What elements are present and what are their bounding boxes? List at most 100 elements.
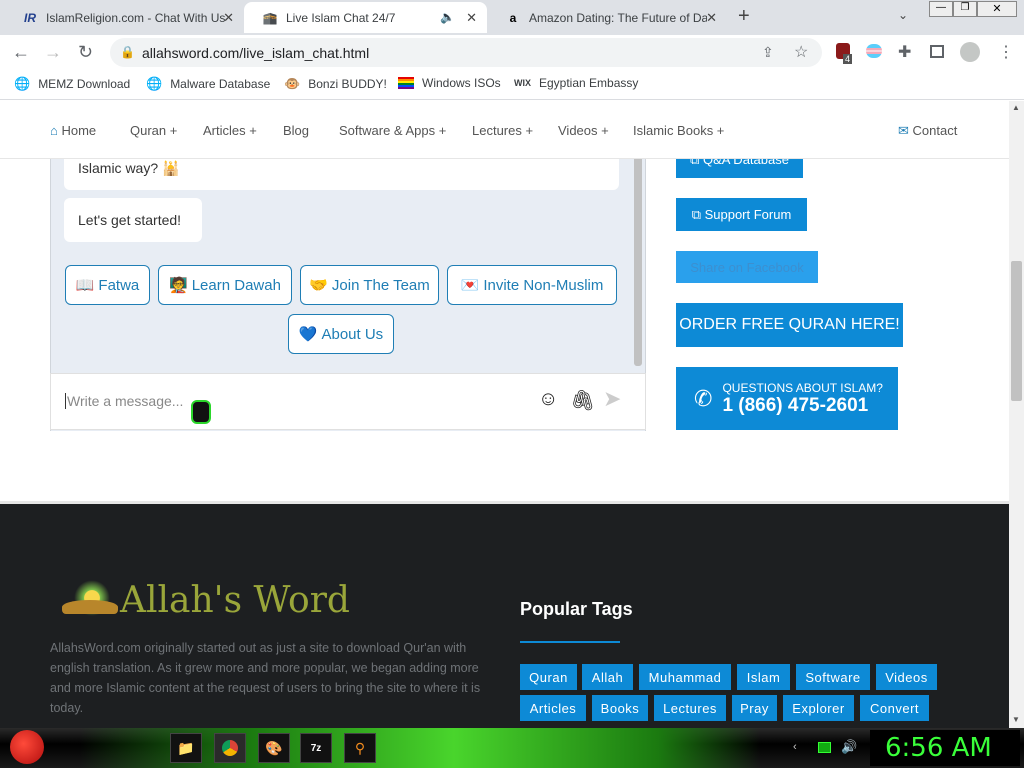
tag-muhammad[interactable]: Muhammad [639,664,731,690]
tag-pray[interactable]: Pray [732,695,777,721]
nav-videos[interactable]: Videos + [558,123,609,138]
nav-software-apps[interactable]: Software & Apps + [339,123,446,138]
learn-dawah-button[interactable]: 🧑‍🏫 Learn Dawah [158,265,292,305]
tab-islamreligion[interactable]: IR IslamReligion.com - Chat With Us ✕ [4,2,244,33]
bookmark-memz[interactable]: 🌐 MEMZ Download [14,76,130,92]
nav-home[interactable]: ⌂ Home [50,123,96,138]
button-label: Learn Dawah [191,276,281,294]
webpage: ⌂ Home Quran + Articles + Blog Software … [0,101,1009,728]
heart-icon: 💙 [298,326,318,343]
tab-search-chevron-icon[interactable]: ⌄ [898,8,908,22]
chat-scrollbar[interactable] [634,141,642,366]
close-tab-icon[interactable]: ✕ [466,10,477,26]
join-team-button[interactable]: 🤝 Join The Team [300,265,439,305]
nav-label: Contact [912,123,958,138]
share-icon[interactable]: ⇪ [762,44,774,61]
extension-badge: 4 [843,54,853,64]
bookmark-egyptian-embassy[interactable]: WIX Egyptian Embassy [514,76,638,90]
emoji-icon[interactable]: ☺ [538,388,558,411]
close-window-button[interactable]: ✕ [977,1,1017,17]
volume-icon[interactable]: 🔊 [841,739,857,755]
restore-button[interactable]: ❐ [953,1,977,17]
about-us-button[interactable]: 💙 About Us [288,314,394,354]
invite-non-muslim-button[interactable]: 💌 Invite Non-Muslim [447,265,617,305]
start-button-angry-bird-icon[interactable] [10,730,44,764]
puzzle-extensions-icon[interactable]: ✚ [898,42,911,62]
message-input[interactable]: Write a message... [65,393,183,409]
flag-extension-icon[interactable] [866,44,882,58]
forward-icon[interactable]: → [44,42,62,63]
tag-islam[interactable]: Islam [737,664,790,690]
lock-icon[interactable]: 🔒 [120,45,135,59]
minimize-button[interactable]: — [929,1,953,17]
nav-blog[interactable]: Blog [283,123,309,138]
popular-tags-heading: Popular Tags [520,599,633,619]
tag-articles[interactable]: Articles [520,695,586,721]
nav-lectures[interactable]: Lectures + [472,123,533,138]
handshake-icon: 🤝 [309,277,328,294]
phone-number: 1 (866) 475-2601 [722,394,869,416]
bookmark-label: Malware Database [170,77,271,91]
button-label: About Us [321,325,384,343]
tray-chevron-icon[interactable]: ‹ [793,741,797,753]
reload-icon[interactable]: ↻ [78,42,93,63]
taskbar: 📁 🎨 7z ⚲ ‹ 🔊 6:56 AM [0,728,1024,768]
nav-islamic-books[interactable]: Islamic Books + [633,123,724,138]
back-icon[interactable]: ← [12,42,30,63]
tag-allah[interactable]: Allah [582,664,633,690]
phone-button[interactable]: ✆ QUESTIONS ABOUT ISLAM? 1 (866) 475-260… [676,367,898,430]
close-tab-icon[interactable]: ✕ [223,10,234,26]
send-icon[interactable]: ➤ [603,386,621,412]
tab-amazon-dating[interactable]: a Amazon Dating: The Future of Da ✕ [487,2,727,33]
bookmark-malware-db[interactable]: 🌐 Malware Database [146,76,270,92]
file-explorer-icon[interactable]: 📁 [170,733,202,763]
side-panel-icon[interactable] [930,45,944,58]
scrollbar-thumb[interactable] [1011,261,1022,401]
home-icon: ⌂ [50,123,58,138]
bookmark-label: Windows ISOs [422,76,501,90]
chrome-icon[interactable] [214,733,246,763]
fatwa-button[interactable]: 📖 Fatwa [65,265,150,305]
phone-icon: ✆ [694,385,713,411]
7zip-icon[interactable]: 7z [300,733,332,763]
nav-articles[interactable]: Articles + [203,123,257,138]
tag-videos[interactable]: Videos [876,664,937,690]
footer-about: AllahsWord.com originally started out as… [50,641,481,715]
tag-lectures[interactable]: Lectures [654,695,726,721]
quran-logo-icon [60,580,120,620]
wix-icon: WIX [514,78,531,88]
tag-convert[interactable]: Convert [860,695,929,721]
heading-underline [520,641,620,643]
url-text[interactable]: allahsword.com/live_islam_chat.html [142,45,369,61]
share-facebook-button[interactable]: Share on Facebook [676,251,818,283]
tag-books[interactable]: Books [592,695,648,721]
speaker-icon[interactable]: 🔈 [440,10,455,24]
support-forum-button[interactable]: ⧉ Support Forum [676,198,807,231]
order-quran-button[interactable]: ORDER FREE QURAN HERE! [676,303,903,347]
kaaba-favicon-icon: 🕋 [262,10,278,25]
tag-explorer[interactable]: Explorer [783,695,854,721]
footer: Allah's Word AllahsWord.com originally s… [0,501,1009,728]
nav-contact[interactable]: ✉ Contact [898,123,957,139]
tag-software[interactable]: Software [796,664,870,690]
search-icon[interactable]: ⚲ [344,733,376,763]
page-scrollbar[interactable]: ▲ ▼ [1009,101,1024,728]
scroll-up-icon[interactable]: ▲ [1012,103,1020,112]
bookmark-star-icon[interactable]: ☆ [794,42,808,62]
tag-quran[interactable]: Quran [520,664,577,690]
app-icon[interactable]: 🎨 [258,733,290,763]
nav-quran[interactable]: Quran + [130,123,177,138]
tab-live-islam-chat[interactable]: 🕋 Live Islam Chat 24/7 🔈 ✕ [244,2,487,33]
network-icon[interactable] [818,742,831,753]
bookmark-windows-isos[interactable]: 🏳 Windows ISOs [398,76,501,90]
new-tab-button[interactable]: + [738,5,750,28]
menu-kebab-icon[interactable]: ⋮ [998,42,1014,62]
button-label: Support Forum [704,207,792,222]
bookmark-bonzi[interactable]: 🐵 Bonzi BUDDY! [284,76,387,92]
paperclip-icon[interactable]: 🖇 [570,388,595,413]
profile-avatar-icon[interactable] [960,42,980,62]
clock[interactable]: 6:56 AM [885,733,992,763]
scroll-down-icon[interactable]: ▼ [1012,715,1020,724]
close-tab-icon[interactable]: ✕ [706,10,717,26]
chat-message: Let's get started! [64,198,202,242]
